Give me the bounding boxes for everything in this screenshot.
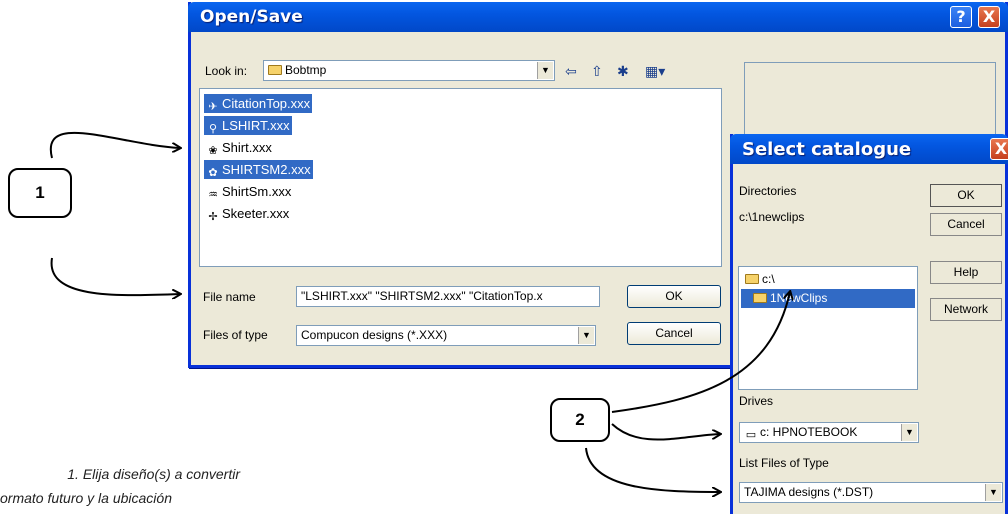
annotation-arrows [49, 131, 1008, 514]
callout-1: 1 [8, 168, 72, 218]
arrow-to-directory [611, 292, 790, 413]
arrow-to-type [585, 447, 720, 492]
arrow-to-drives [611, 423, 720, 441]
callout-2: 2 [550, 398, 610, 442]
caption-line-1: 1. Elija diseño(s) a convertir [67, 466, 240, 482]
arrow-to-file-list [49, 131, 180, 159]
arrow-to-file-name [50, 257, 180, 295]
caption-line-2: ormato futuro y la ubicación [0, 490, 172, 506]
